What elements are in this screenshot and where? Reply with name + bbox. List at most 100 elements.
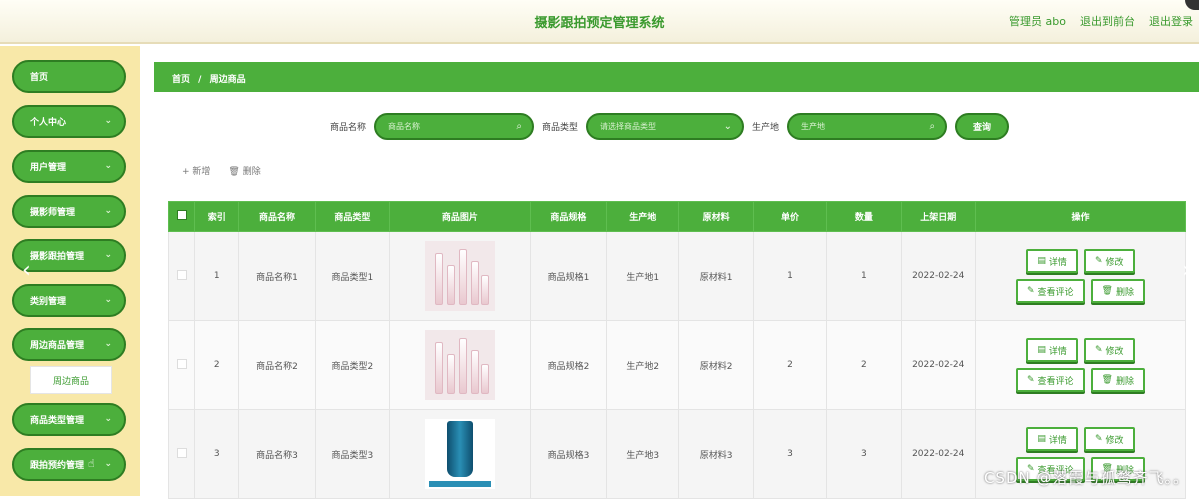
- detail-label: 详情: [1049, 344, 1067, 357]
- cell-image: [390, 232, 531, 321]
- breadcrumb-home[interactable]: 首页: [172, 75, 190, 85]
- sidebar-item-photographer-management[interactable]: 摄影师管理 ⌄: [12, 195, 126, 228]
- sidebar-item-personal-center[interactable]: 个人中心 ⌄: [12, 105, 126, 138]
- sidebar-item-booking-management[interactable]: 跟拍预约管理 ⌄: [12, 448, 126, 481]
- detail-label: 详情: [1049, 255, 1067, 268]
- view-comments-button[interactable]: ✎查看评论: [1016, 279, 1085, 303]
- document-icon: ▤: [1037, 256, 1046, 266]
- goods-name-placeholder: 商品名称: [388, 121, 420, 132]
- batch-delete-label: 删除: [243, 167, 261, 177]
- col-type: 商品类型: [315, 202, 389, 232]
- mouse-pointer-icon: ☝: [88, 457, 95, 470]
- row-checkbox[interactable]: [177, 359, 187, 369]
- cell-name: 商品名称1: [239, 232, 315, 321]
- row-checkbox-cell[interactable]: [169, 321, 195, 410]
- header-links: 管理员 abo 退出到前台 退出登录: [1009, 13, 1193, 29]
- goods-name-label: 商品名称: [330, 120, 366, 133]
- cell-date: 2022-02-24: [901, 232, 975, 321]
- detail-button[interactable]: ▤详情: [1026, 427, 1078, 451]
- cell-index: 1: [195, 232, 239, 321]
- sidebar-item-label: 首页: [30, 70, 48, 83]
- chevron-down-icon: ⌄: [104, 459, 112, 469]
- delete-label: 删除: [1116, 374, 1134, 387]
- edit-button[interactable]: ✎修改: [1084, 249, 1135, 273]
- sidebar-item-label: 用户管理: [30, 160, 66, 173]
- view-comments-button[interactable]: ✎查看评论: [1016, 368, 1085, 392]
- document-icon: ▤: [1037, 345, 1046, 355]
- table-toolbar: + 新增 🗑 删除: [182, 164, 261, 177]
- sidebar-item-label: 类别管理: [30, 294, 66, 307]
- exit-to-front-link[interactable]: 退出到前台: [1080, 13, 1135, 29]
- search-bar: 商品名称 商品名称 ⌕ 商品类型 请选择商品类型 ⌄ 生产地 生产地 ⌕ 查询: [330, 113, 1009, 140]
- cell-name: 商品名称3: [239, 410, 315, 499]
- cell-date: 2022-02-24: [901, 410, 975, 499]
- row-checkbox-cell[interactable]: [169, 410, 195, 499]
- delete-button[interactable]: 🗑删除: [1091, 279, 1145, 303]
- origin-label: 生产地: [752, 120, 779, 133]
- sidebar-item-goods-management[interactable]: 周边商品管理 ⌄: [12, 328, 126, 361]
- admin-user-label[interactable]: 管理员 abo: [1009, 13, 1066, 29]
- sidebar-subitem-goods[interactable]: 周边商品: [30, 366, 112, 394]
- cell-qty: 2: [827, 321, 901, 410]
- row-checkbox-cell[interactable]: [169, 232, 195, 321]
- carousel-prev-icon[interactable]: ‹: [22, 258, 31, 283]
- corner-decoration: [1185, 0, 1199, 10]
- detail-button[interactable]: ▤详情: [1026, 249, 1078, 273]
- pencil-icon: ✎: [1095, 345, 1103, 355]
- sidebar-item-label: 商品类型管理: [30, 413, 84, 426]
- row-checkbox[interactable]: [177, 270, 187, 280]
- select-all-checkbox-cell[interactable]: [169, 202, 195, 232]
- chevron-down-icon: ⌄: [104, 161, 112, 171]
- trash-icon: 🗑: [1102, 375, 1113, 385]
- row-checkbox[interactable]: [177, 448, 187, 458]
- cell-image: [390, 321, 531, 410]
- cell-origin: 生产地1: [607, 232, 679, 321]
- delete-button[interactable]: 🗑删除: [1091, 368, 1145, 392]
- col-image: 商品图片: [390, 202, 531, 232]
- view-comments-label: 查看评论: [1037, 374, 1073, 387]
- sidebar-item-user-management[interactable]: 用户管理 ⌄: [12, 150, 126, 183]
- document-icon: ▤: [1037, 434, 1046, 444]
- sidebar-item-goods-type-management[interactable]: 商品类型管理 ⌄: [12, 403, 126, 436]
- cell-index: 2: [195, 321, 239, 410]
- sidebar-item-label: 周边商品管理: [30, 338, 84, 351]
- cell-price: 3: [753, 410, 826, 499]
- sidebar-item-label: 摄影师管理: [30, 205, 75, 218]
- cell-price: 2: [753, 321, 826, 410]
- col-ops: 操作: [975, 202, 1185, 232]
- breadcrumb: 首页 / 周边商品: [154, 62, 1199, 92]
- origin-placeholder: 生产地: [801, 121, 825, 132]
- cell-image: [390, 410, 531, 499]
- query-button[interactable]: 查询: [955, 113, 1009, 140]
- sidebar-item-category-management[interactable]: 类别管理 ⌄: [12, 284, 126, 317]
- edit-button[interactable]: ✎修改: [1084, 338, 1135, 362]
- goods-type-select[interactable]: 请选择商品类型 ⌄: [586, 113, 744, 140]
- cell-material: 原材料3: [679, 410, 753, 499]
- pencil-icon: ✎: [1027, 375, 1035, 385]
- origin-input[interactable]: 生产地 ⌕: [787, 113, 947, 140]
- col-spec: 商品规格: [530, 202, 606, 232]
- chevron-down-icon: ⌄: [724, 121, 732, 132]
- edit-label: 修改: [1105, 255, 1123, 268]
- detail-button[interactable]: ▤详情: [1026, 338, 1078, 362]
- breadcrumb-current: 周边商品: [210, 75, 246, 85]
- select-all-checkbox[interactable]: [177, 210, 187, 220]
- pencil-icon: ✎: [1095, 434, 1103, 444]
- add-button[interactable]: + 新增: [182, 164, 210, 177]
- sidebar-item-home[interactable]: 首页: [12, 60, 126, 93]
- cell-origin: 生产地3: [607, 410, 679, 499]
- goods-table: 索引 商品名称 商品类型 商品图片 商品规格 生产地 原材料 单价 数量 上架日…: [168, 201, 1186, 499]
- sidebar-item-label: 摄影跟拍管理: [30, 249, 84, 262]
- delete-label: 删除: [1116, 285, 1134, 298]
- col-date: 上架日期: [901, 202, 975, 232]
- carousel-next-icon[interactable]: ›: [1182, 258, 1191, 283]
- edit-button[interactable]: ✎修改: [1084, 427, 1135, 451]
- goods-name-input[interactable]: 商品名称 ⌕: [374, 113, 534, 140]
- trash-icon: 🗑: [228, 167, 239, 177]
- logout-link[interactable]: 退出登录: [1149, 13, 1193, 29]
- table-row: 2 商品名称2 商品类型2 商品规格2 生产地2 原材料2 2 2 2022-0…: [169, 321, 1186, 410]
- cell-name: 商品名称2: [239, 321, 315, 410]
- batch-delete-button[interactable]: 🗑 删除: [228, 164, 260, 177]
- chevron-down-icon: ⌄: [104, 250, 112, 260]
- edit-label: 修改: [1105, 344, 1123, 357]
